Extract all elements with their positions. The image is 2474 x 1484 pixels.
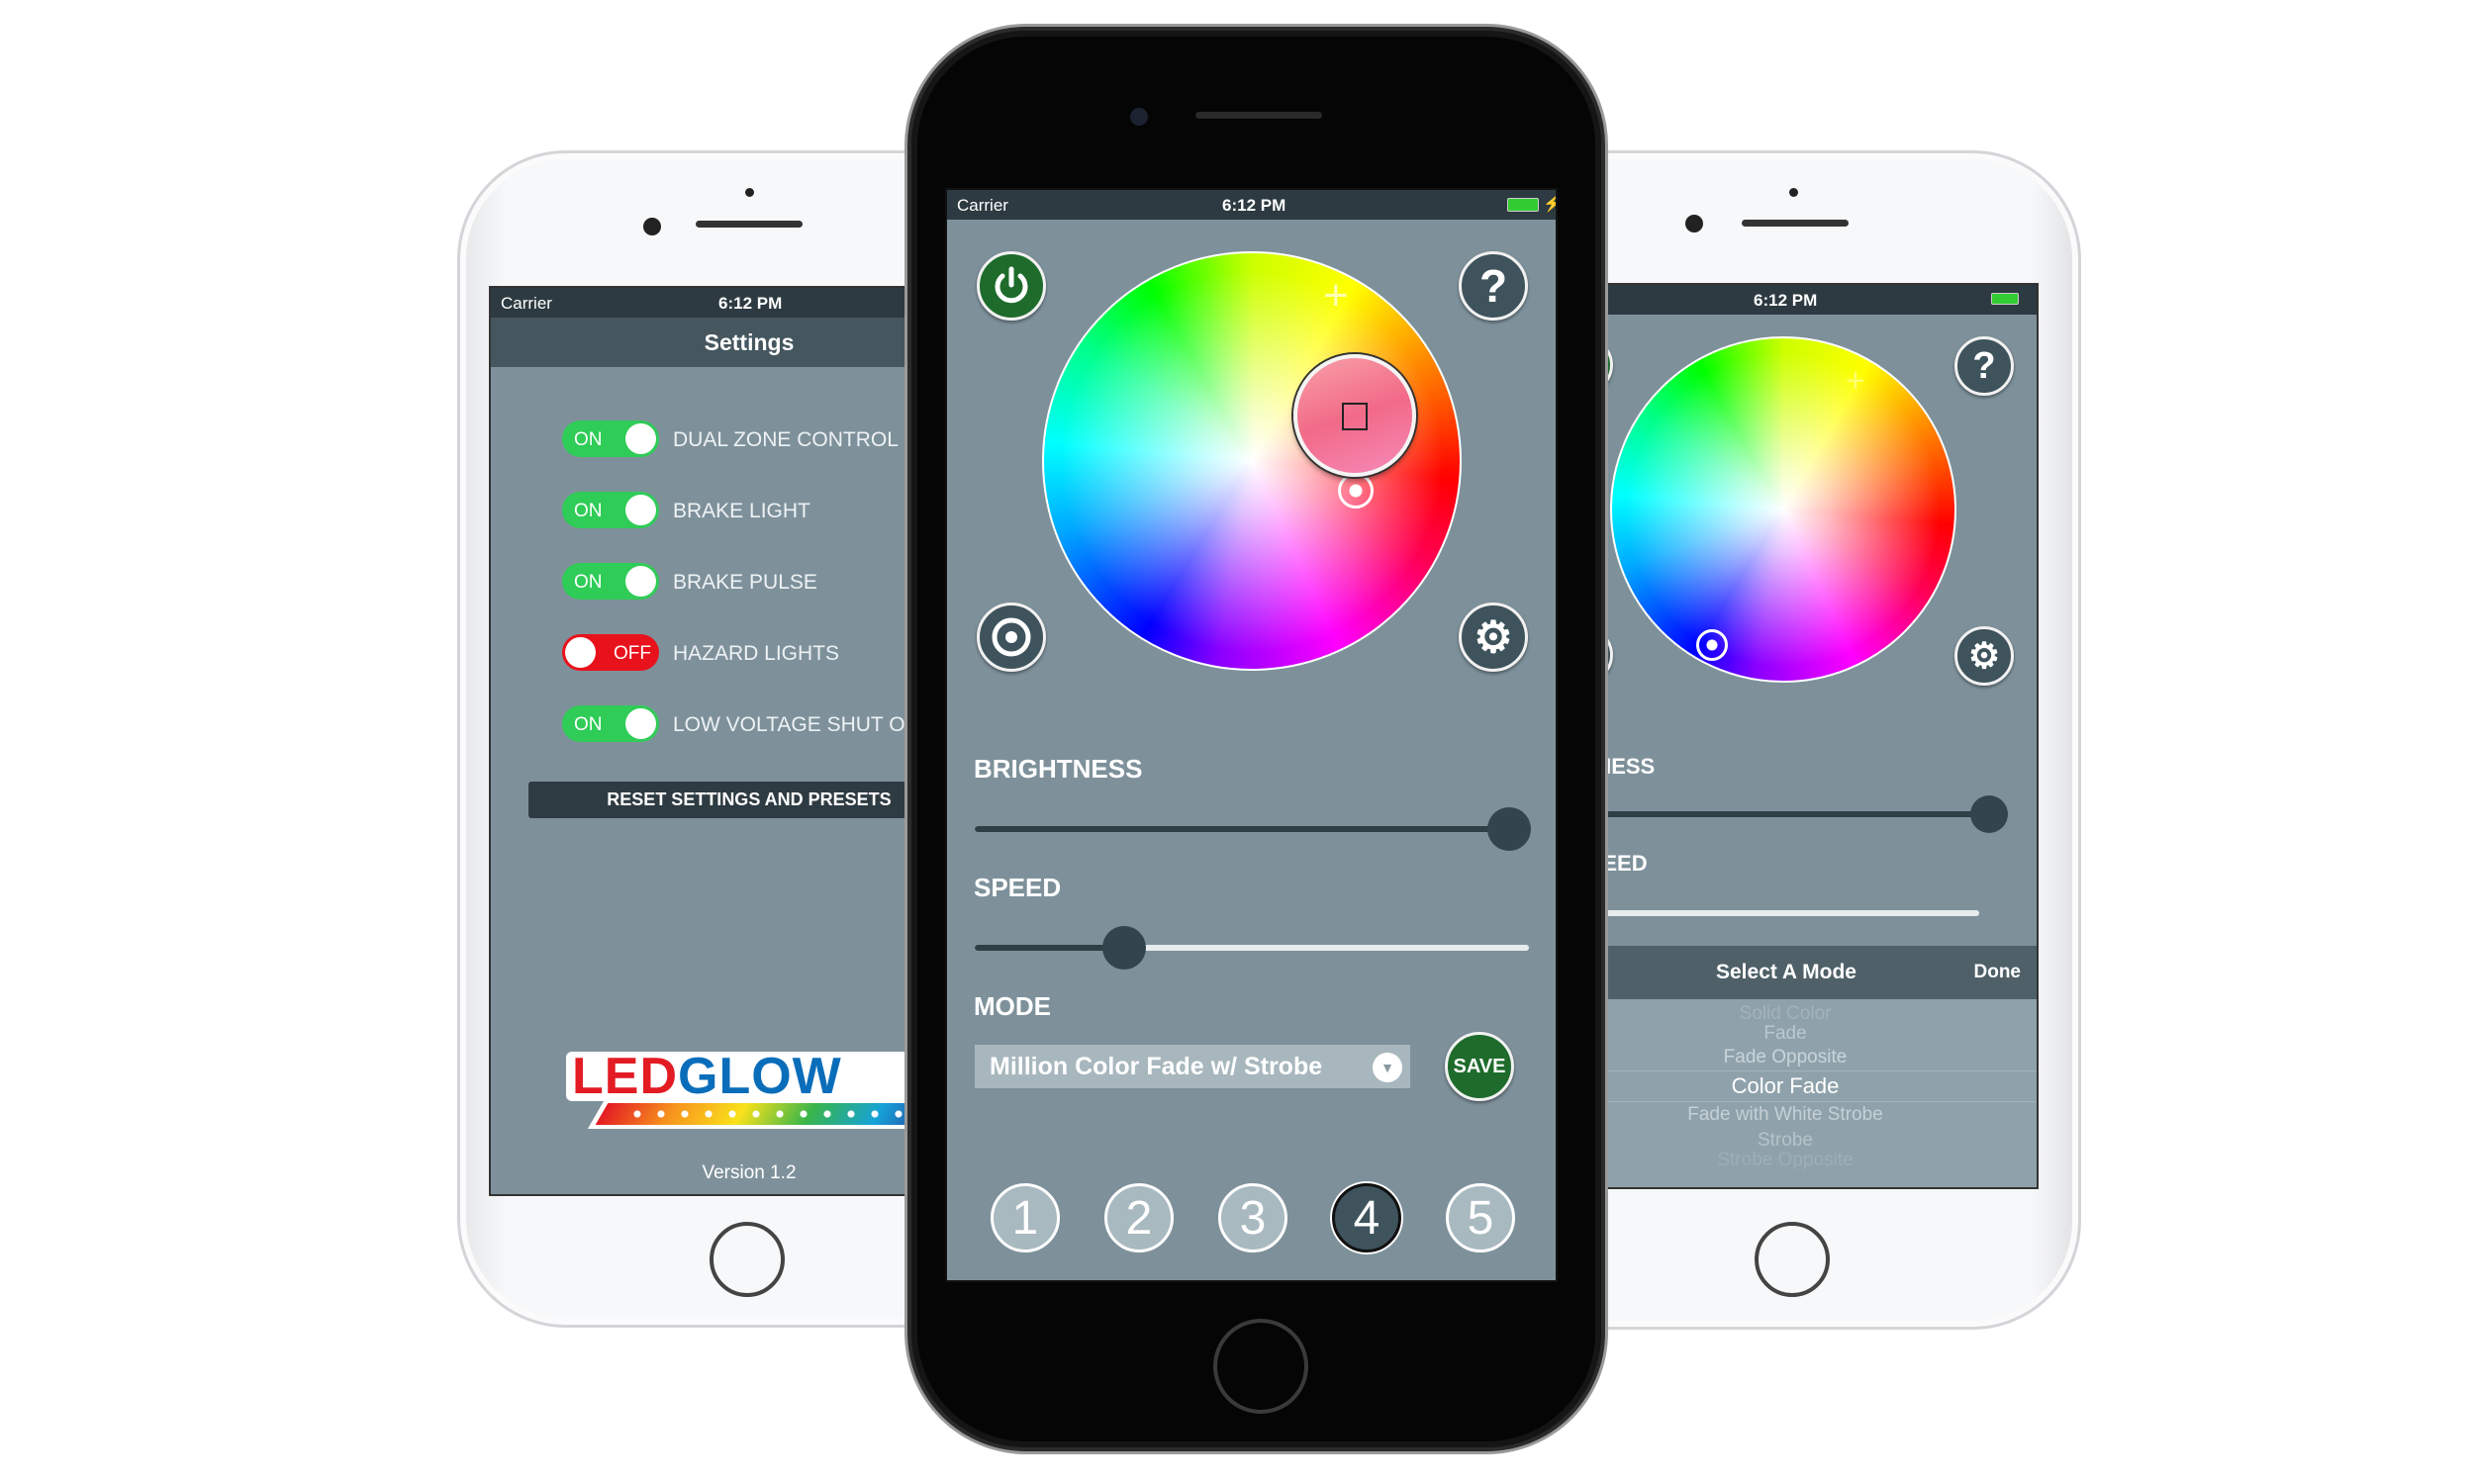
toggle-label: DUAL ZONE CONTROL (673, 428, 899, 451)
settings-button[interactable]: ⚙ (1954, 626, 2014, 686)
gear-icon: ⚙ (1967, 635, 2001, 676)
toggle-state: ON (574, 501, 603, 521)
save-label: SAVE (1453, 1055, 1506, 1077)
mode-picker[interactable]: Solid Color Fade Fade Opposite Color Fade Fa… (1534, 999, 2037, 1187)
help-button[interactable]: ? (1954, 336, 2014, 396)
status-bar: 6:12 PM (1534, 285, 2037, 315)
toggle-knob (565, 637, 596, 668)
camera (643, 218, 661, 235)
slider-thumb[interactable] (1970, 795, 2009, 833)
picker-title: Select A Mode (1716, 961, 1856, 983)
status-bar: Carrier 6:12 PM ⚡ (947, 190, 1556, 220)
toggle-state: ON (574, 714, 603, 735)
mode-picker-header: Select A Mode Done (1534, 946, 2037, 999)
preset-button-3[interactable]: 3 (1218, 1183, 1287, 1252)
toggle-label: LOW VOLTAGE SHUT OFF (673, 713, 931, 736)
sensor (1789, 188, 1798, 197)
sensor (745, 188, 754, 197)
home-button[interactable] (710, 1222, 785, 1297)
preset-button-4[interactable]: 4 (1332, 1183, 1401, 1252)
time: 6:12 PM (1754, 291, 1818, 310)
carrier: Carrier (957, 196, 1008, 215)
settings-button[interactable]: ⚙ (1459, 603, 1528, 672)
selection-marker[interactable] (1338, 473, 1374, 509)
brightness-label: BRIGHTNESS (974, 754, 1143, 784)
gear-icon: ⚙ (1474, 612, 1513, 662)
camera (1685, 215, 1703, 232)
mode-dropdown[interactable]: Million Color Fade w/ Strobe ▼ (975, 1045, 1410, 1088)
brightness-slider[interactable] (975, 807, 1531, 851)
toggle-switch[interactable]: ON (562, 492, 659, 528)
picker-item[interactable]: Strobe Opposite (1534, 1150, 2037, 1171)
target-icon (992, 617, 1031, 657)
toggle-label: BRAKE PULSE (673, 571, 817, 594)
picker-item[interactable]: Solid Color (1534, 1003, 2037, 1025)
toggle-state: ON (574, 429, 603, 450)
picker-item[interactable]: Fade Opposite (1534, 1047, 2037, 1068)
toggle-label: HAZARD LIGHTS (673, 642, 840, 665)
right-screen: 6:12 PM + ? ⚙ BRIGHTNESS SPEED Select A … (1532, 283, 2039, 1189)
toggle-label: BRAKE LIGHT (673, 500, 810, 522)
mode-label: MODE (974, 991, 1051, 1021)
target-button[interactable] (977, 603, 1046, 672)
battery-icon (1991, 293, 2019, 305)
speed-label: SPEED (974, 873, 1062, 902)
carrier: Carrier (501, 294, 552, 313)
speaker (1742, 220, 1849, 227)
toggle-knob (625, 708, 656, 739)
camera (1130, 108, 1148, 126)
battery-icon (1507, 198, 1539, 212)
picker-item[interactable]: Strobe (1534, 1130, 2037, 1152)
picker-item[interactable]: Color Fade (1534, 1070, 2037, 1102)
mode-selected: Million Color Fade w/ Strobe (990, 1053, 1323, 1080)
speed-slider[interactable] (975, 926, 1529, 970)
power-icon (995, 266, 1028, 304)
toggle-switch[interactable]: ON (562, 420, 659, 457)
reset-label: RESET SETTINGS AND PRESETS (607, 789, 892, 809)
preset-button-2[interactable]: 2 (1104, 1183, 1174, 1252)
magnifier-square (1342, 403, 1368, 430)
toggle-switch[interactable]: OFF (562, 634, 659, 671)
save-button[interactable]: SAVE (1445, 1032, 1514, 1101)
preset-button-1[interactable]: 1 (991, 1183, 1060, 1252)
color-wheel[interactable]: + (1042, 251, 1462, 671)
picker-item[interactable]: Fade (1534, 1023, 2037, 1045)
toggle-knob (625, 495, 656, 525)
target-marker[interactable] (1696, 629, 1728, 661)
center-screen: Carrier 6:12 PM ⚡ + ? ⚙ BRIGHTNESS SPEED… (945, 188, 1558, 1282)
speaker (1195, 112, 1322, 119)
time: 6:12 PM (1222, 196, 1286, 215)
charging-icon: ⚡ (1543, 194, 1556, 214)
preset-button-5[interactable]: 5 (1446, 1183, 1515, 1252)
color-wheel[interactable]: + (1610, 336, 1956, 683)
home-button[interactable] (1755, 1222, 1830, 1297)
power-button[interactable] (977, 251, 1046, 321)
question-icon: ? (1972, 344, 1996, 387)
picker-item[interactable]: Fade with White Strobe (1534, 1104, 2037, 1126)
toggle-switch[interactable]: ON (562, 563, 659, 600)
toggle-state: OFF (614, 643, 651, 664)
speaker (696, 221, 803, 228)
slider-thumb[interactable] (1487, 807, 1531, 851)
home-button[interactable] (1213, 1319, 1308, 1414)
help-button[interactable]: ? (1459, 251, 1528, 321)
plus-marker: + (1846, 362, 1865, 400)
plus-marker: + (1323, 271, 1349, 320)
toggle-switch[interactable]: ON (562, 705, 659, 742)
toggle-knob (625, 566, 656, 597)
toggle-knob (625, 423, 656, 454)
color-magnifier (1293, 354, 1416, 477)
toggle-state: ON (574, 572, 603, 593)
time: 6:12 PM (718, 294, 783, 313)
done-button[interactable]: Done (1974, 962, 2022, 983)
slider-thumb[interactable] (1102, 926, 1147, 970)
question-icon: ? (1478, 260, 1508, 312)
chevron-down-icon: ▼ (1373, 1053, 1402, 1082)
